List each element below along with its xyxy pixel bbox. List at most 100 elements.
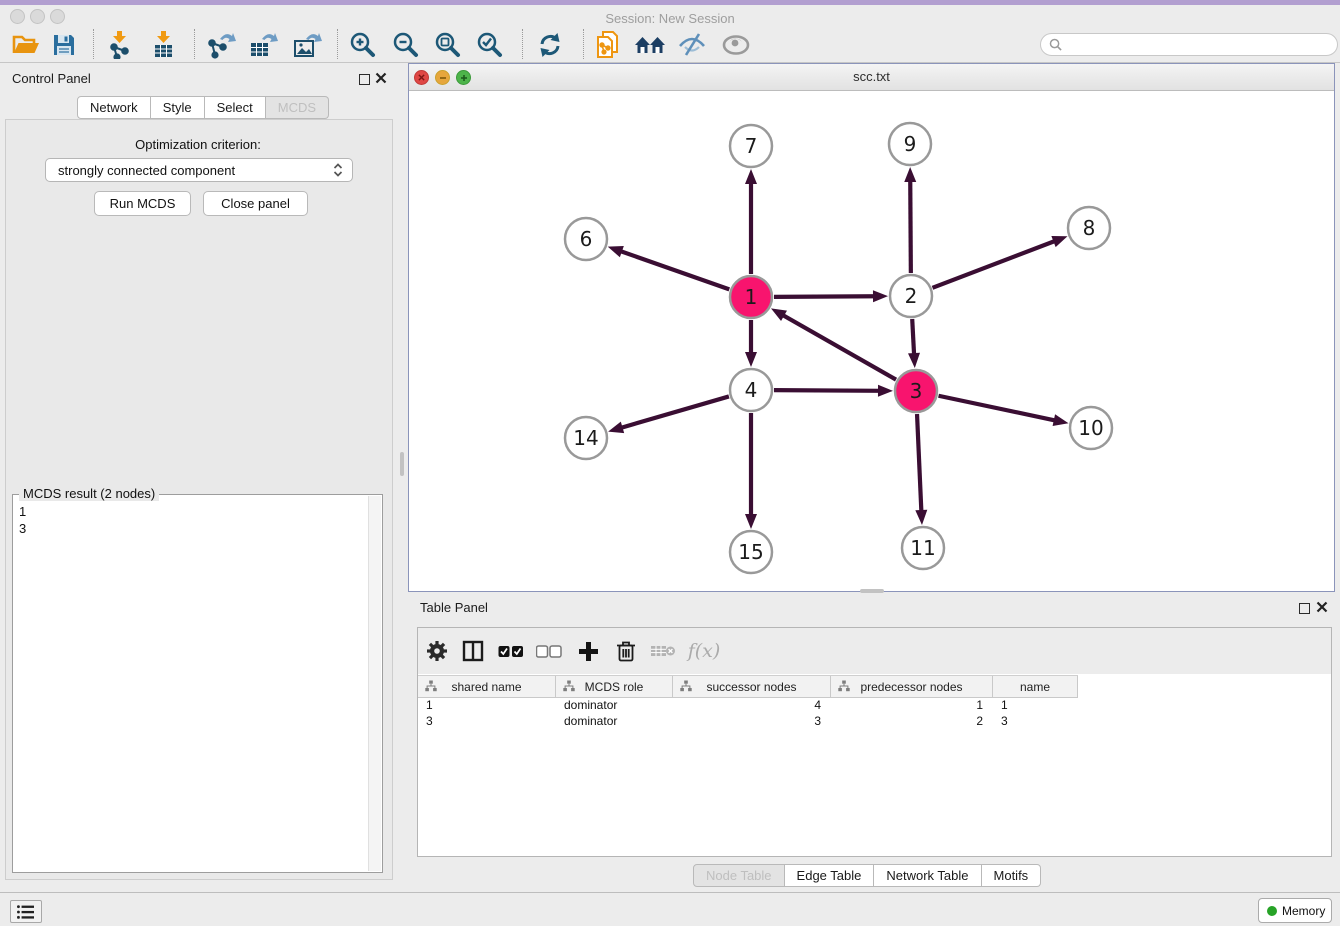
column-type-icon — [838, 680, 850, 695]
control-panel-float-button[interactable] — [359, 74, 370, 85]
refresh-icon[interactable] — [534, 30, 566, 60]
zoom-selected-icon[interactable] — [474, 30, 506, 60]
column-header-label: MCDS role — [585, 680, 644, 694]
graph-edge-4-14[interactable] — [620, 396, 729, 428]
column-header-label: successor nodes — [706, 680, 796, 694]
graph-edge-1-2[interactable] — [774, 296, 876, 297]
graph-node-label-3: 3 — [910, 379, 923, 403]
window-title: Session: New Session — [0, 11, 1340, 26]
criterion-dropdown[interactable]: strongly connected component — [45, 158, 353, 182]
control-panel-close-icon[interactable] — [375, 72, 387, 84]
graph-edge-1-6[interactable] — [619, 251, 729, 290]
column-type-icon — [425, 680, 437, 695]
create-column-plus-icon[interactable] — [573, 636, 603, 666]
graph-edge-3-10[interactable] — [939, 396, 1057, 421]
table-row-1[interactable]: 1dominator411 — [418, 697, 1078, 713]
table-cell[interactable]: 3 — [673, 713, 831, 729]
graph-node-label-15: 15 — [738, 540, 763, 564]
table-cell[interactable]: 2 — [831, 713, 993, 729]
table-cell[interactable]: dominator — [556, 697, 673, 713]
zoom-in-icon[interactable] — [347, 30, 379, 60]
zoom-out-icon[interactable] — [390, 30, 422, 60]
graph-edge-2-3[interactable] — [912, 319, 914, 356]
horizontal-splitter-grip[interactable] — [860, 589, 884, 593]
mcds-result-scrollbar[interactable] — [368, 496, 381, 871]
mcds-result-list: 13 — [19, 503, 26, 537]
tab-select[interactable]: Select — [205, 96, 266, 119]
delete-table-icon[interactable] — [648, 636, 678, 666]
table-settings-gear-icon[interactable] — [422, 636, 452, 666]
table-cell[interactable]: 1 — [831, 697, 993, 713]
zoom-fit-icon[interactable] — [432, 30, 464, 60]
network-window-title: scc.txt — [409, 69, 1334, 84]
import-table-icon[interactable] — [148, 30, 180, 60]
deselect-all-rows-icon[interactable] — [534, 636, 564, 666]
table-panel-close-icon[interactable] — [1316, 601, 1328, 613]
chevron-up-down-icon — [332, 162, 344, 178]
tab-motifs[interactable]: Motifs — [982, 864, 1042, 887]
clone-network-icon[interactable] — [592, 30, 624, 60]
open-folder-icon[interactable] — [10, 30, 42, 60]
show-all-eye-icon[interactable] — [720, 30, 752, 60]
table-panel-float-button[interactable] — [1299, 603, 1310, 614]
graph-edge-3-1[interactable] — [781, 314, 896, 379]
graph-edge-2-8[interactable] — [932, 240, 1056, 287]
graph-edge-4-3[interactable] — [774, 390, 881, 391]
graph-edge-arrowhead — [1051, 236, 1067, 247]
vertical-splitter-grip[interactable] — [400, 452, 404, 476]
save-session-icon[interactable] — [48, 30, 80, 60]
export-network-icon[interactable] — [205, 30, 237, 60]
select-all-rows-icon[interactable] — [496, 636, 526, 666]
import-network-icon[interactable] — [104, 30, 136, 60]
table-panel-title: Table Panel — [420, 600, 488, 615]
table-cell[interactable]: dominator — [556, 713, 673, 729]
tab-node-table[interactable]: Node Table — [693, 864, 785, 887]
network-window-titlebar[interactable]: scc.txt — [409, 64, 1334, 91]
tab-network[interactable]: Network — [77, 96, 151, 119]
mcds-result-box: MCDS result (2 nodes) 13 — [12, 494, 383, 873]
column-header-predecessor-nodes[interactable]: predecessor nodes — [831, 676, 993, 697]
memory-status-dot — [1267, 906, 1277, 916]
close-panel-button[interactable]: Close panel — [203, 191, 308, 216]
graph-edge-arrowhead — [878, 385, 893, 397]
table-cell[interactable]: 1 — [418, 697, 556, 713]
toolbar-separator — [194, 29, 195, 59]
graph-edge-3-11[interactable] — [917, 414, 921, 513]
table-cell[interactable]: 1 — [993, 697, 1078, 713]
export-image-icon[interactable] — [291, 30, 323, 60]
tab-mcds[interactable]: MCDS — [266, 96, 329, 119]
first-neighbors-home-icon[interactable] — [634, 30, 666, 60]
column-header-successor-nodes[interactable]: successor nodes — [673, 676, 831, 697]
table-cell[interactable]: 3 — [993, 713, 1078, 729]
list-icon — [16, 904, 36, 920]
graph-node-label-6: 6 — [580, 227, 593, 251]
task-history-button[interactable] — [10, 900, 42, 923]
function-builder-icon[interactable]: f(x) — [684, 636, 724, 666]
table-cell[interactable]: 3 — [418, 713, 556, 729]
hide-selected-icon[interactable] — [676, 30, 708, 60]
column-header-name[interactable]: name — [993, 676, 1078, 697]
toolbar-search-field[interactable] — [1040, 33, 1338, 56]
memory-button[interactable]: Memory — [1258, 898, 1332, 923]
graph-edge-2-9[interactable] — [910, 179, 911, 273]
tab-edge-table[interactable]: Edge Table — [785, 864, 875, 887]
memory-label: Memory — [1282, 904, 1325, 918]
graph-edge-arrowhead — [908, 353, 920, 368]
network-canvas[interactable]: 7968124314101511 — [410, 91, 1333, 590]
toolbar-separator — [337, 29, 338, 59]
tab-network-table[interactable]: Network Table — [874, 864, 981, 887]
run-mcds-button[interactable]: Run MCDS — [94, 191, 191, 216]
mcds-result-title: MCDS result (2 nodes) — [19, 486, 159, 501]
fx-label: f(x) — [688, 640, 721, 662]
search-input[interactable] — [1067, 37, 1321, 53]
column-header-shared-name[interactable]: shared name — [418, 676, 556, 697]
column-header-MCDS-role[interactable]: MCDS role — [556, 676, 673, 697]
show-columns-icon[interactable] — [458, 636, 488, 666]
export-table-icon[interactable] — [247, 30, 279, 60]
optimization-criterion-label: Optimization criterion: — [0, 137, 396, 152]
column-header-label: name — [1020, 680, 1050, 694]
table-cell[interactable]: 4 — [673, 697, 831, 713]
tab-style[interactable]: Style — [151, 96, 205, 119]
delete-column-trash-icon[interactable] — [611, 636, 641, 666]
table-row-3[interactable]: 3dominator323 — [418, 713, 1078, 729]
